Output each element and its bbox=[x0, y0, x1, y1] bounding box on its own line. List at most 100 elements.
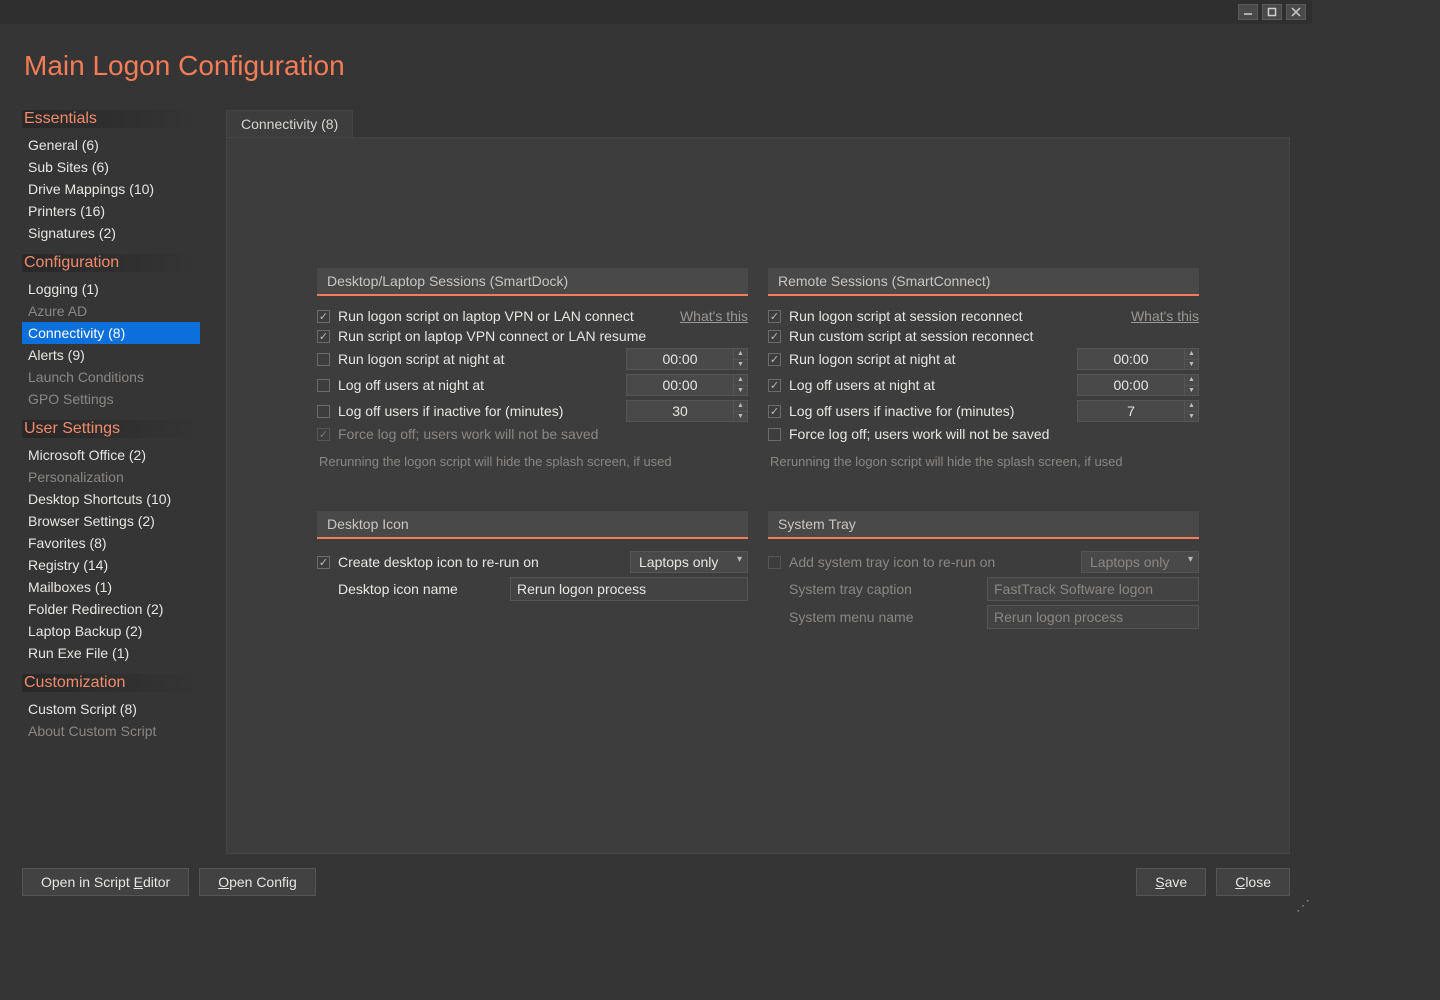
whats-this-link[interactable]: What's this bbox=[680, 308, 748, 324]
sidebar-item[interactable]: Printers (16) bbox=[22, 200, 200, 222]
sidebar-item[interactable]: Laptop Backup (2) bbox=[22, 620, 200, 642]
sidebar-item[interactable]: Favorites (8) bbox=[22, 532, 200, 554]
label: System menu name bbox=[789, 609, 979, 625]
minutes-spinner-inactive[interactable]: ▲▼ bbox=[1077, 400, 1199, 422]
open-config-button[interactable]: Open Config bbox=[199, 868, 316, 896]
checkbox-run-on-resume[interactable] bbox=[317, 330, 330, 343]
label: Run logon script on laptop VPN or LAN co… bbox=[338, 308, 666, 324]
label: Run logon script at night at bbox=[338, 351, 618, 367]
window-minimize-button[interactable] bbox=[1238, 4, 1258, 20]
window-close-button[interactable] bbox=[1286, 4, 1306, 20]
sidebar-item[interactable]: Personalization bbox=[22, 466, 200, 488]
select-systray-target: Laptops only bbox=[1081, 551, 1199, 573]
sidebar-item[interactable]: Azure AD bbox=[22, 300, 200, 322]
panel-title: Desktop Icon bbox=[317, 511, 748, 539]
time-input[interactable] bbox=[626, 374, 734, 396]
spinner-up-icon[interactable]: ▲ bbox=[1185, 401, 1198, 412]
sidebar-item[interactable]: GPO Settings bbox=[22, 388, 200, 410]
panel-note: Rerunning the logon script will hide the… bbox=[319, 454, 748, 469]
label: Run custom script at session reconnect bbox=[789, 328, 1199, 344]
label: Run logon script at session reconnect bbox=[789, 308, 1117, 324]
checkbox-run-on-vpn-lan[interactable] bbox=[317, 310, 330, 323]
checkbox-run-at-night[interactable] bbox=[317, 353, 330, 366]
spinner-down-icon[interactable]: ▼ bbox=[734, 360, 747, 370]
sidebar: Essentials General (6)Sub Sites (6)Drive … bbox=[22, 110, 200, 854]
spinner-down-icon[interactable]: ▼ bbox=[734, 386, 747, 396]
save-button[interactable]: Save bbox=[1136, 868, 1206, 896]
label: Force log off; users work will not be sa… bbox=[789, 426, 1199, 442]
sidebar-item[interactable]: Drive Mappings (10) bbox=[22, 178, 200, 200]
checkbox-run-at-night[interactable] bbox=[768, 353, 781, 366]
whats-this-link[interactable]: What's this bbox=[1131, 308, 1199, 324]
window-maximize-button[interactable] bbox=[1262, 4, 1282, 20]
sidebar-item[interactable]: About Custom Script bbox=[22, 720, 200, 742]
select-desktop-icon-target[interactable]: Laptops only bbox=[630, 551, 748, 573]
panel-title: System Tray bbox=[768, 511, 1199, 539]
sidebar-item[interactable]: Microsoft Office (2) bbox=[22, 444, 200, 466]
sidebar-item[interactable]: Folder Redirection (2) bbox=[22, 598, 200, 620]
spinner-down-icon[interactable]: ▼ bbox=[1185, 360, 1198, 370]
sidebar-item[interactable]: Connectivity (8) bbox=[22, 322, 200, 344]
sidebar-item[interactable]: Alerts (9) bbox=[22, 344, 200, 366]
input-systray-caption bbox=[987, 577, 1199, 601]
sidebar-section-heading: Essentials bbox=[22, 110, 200, 128]
label: Log off users if inactive for (minutes) bbox=[789, 403, 1069, 419]
open-script-editor-button[interactable]: Open in Script Editor bbox=[22, 868, 189, 896]
label: Log off users at night at bbox=[789, 377, 1069, 393]
number-input[interactable] bbox=[626, 400, 734, 422]
sidebar-item[interactable]: General (6) bbox=[22, 134, 200, 156]
time-input[interactable] bbox=[1077, 348, 1185, 370]
panel-smartconnect: Remote Sessions (SmartConnect) Run logon… bbox=[768, 268, 1199, 469]
label: Log off users if inactive for (minutes) bbox=[338, 403, 618, 419]
time-input[interactable] bbox=[626, 348, 734, 370]
spinner-up-icon[interactable]: ▲ bbox=[1185, 349, 1198, 360]
panel-title: Remote Sessions (SmartConnect) bbox=[768, 268, 1199, 296]
time-spinner-logoff[interactable]: ▲▼ bbox=[626, 374, 748, 396]
sidebar-section-heading: User Settings bbox=[22, 420, 200, 438]
minutes-spinner-inactive[interactable]: ▲▼ bbox=[626, 400, 748, 422]
spinner-up-icon[interactable]: ▲ bbox=[734, 349, 747, 360]
sidebar-item[interactable]: Registry (14) bbox=[22, 554, 200, 576]
tab-body: Desktop/Laptop Sessions (SmartDock) Run … bbox=[226, 137, 1290, 854]
spinner-up-icon[interactable]: ▲ bbox=[1185, 375, 1198, 386]
sidebar-item[interactable]: Signatures (2) bbox=[22, 222, 200, 244]
sidebar-item[interactable]: Browser Settings (2) bbox=[22, 510, 200, 532]
checkbox-logoff-night[interactable] bbox=[317, 379, 330, 392]
time-spinner-night-run[interactable]: ▲▼ bbox=[1077, 348, 1199, 370]
spinner-down-icon[interactable]: ▼ bbox=[734, 412, 747, 422]
sidebar-item[interactable]: Custom Script (8) bbox=[22, 698, 200, 720]
close-button[interactable]: Close bbox=[1216, 868, 1290, 896]
sidebar-item[interactable]: Logging (1) bbox=[22, 278, 200, 300]
sidebar-item[interactable]: Sub Sites (6) bbox=[22, 156, 200, 178]
sidebar-item[interactable]: Launch Conditions bbox=[22, 366, 200, 388]
checkbox-add-systray-icon[interactable] bbox=[768, 556, 781, 569]
input-desktop-icon-name[interactable] bbox=[510, 577, 748, 601]
spinner-down-icon[interactable]: ▼ bbox=[1185, 412, 1198, 422]
spinner-down-icon[interactable]: ▼ bbox=[1185, 386, 1198, 396]
checkbox-logoff-inactive[interactable] bbox=[768, 405, 781, 418]
sidebar-item[interactable]: Run Exe File (1) bbox=[22, 642, 200, 664]
spinner-up-icon[interactable]: ▲ bbox=[734, 375, 747, 386]
footer: Open in Script Editor Open Config Save C… bbox=[22, 868, 1290, 896]
checkbox-run-custom-reconnect[interactable] bbox=[768, 330, 781, 343]
time-spinner-logoff[interactable]: ▲▼ bbox=[1077, 374, 1199, 396]
number-input[interactable] bbox=[1077, 400, 1185, 422]
time-input[interactable] bbox=[1077, 374, 1185, 396]
time-spinner-night-run[interactable]: ▲▼ bbox=[626, 348, 748, 370]
spinner-up-icon[interactable]: ▲ bbox=[734, 401, 747, 412]
tab-connectivity[interactable]: Connectivity (8) bbox=[226, 110, 353, 137]
checkbox-force-logoff[interactable] bbox=[768, 428, 781, 441]
page-title: Main Logon Configuration bbox=[24, 50, 1290, 82]
panel-system-tray: System Tray Add system tray icon to re-r… bbox=[768, 511, 1199, 633]
checkbox-logoff-inactive[interactable] bbox=[317, 405, 330, 418]
checkbox-run-on-reconnect[interactable] bbox=[768, 310, 781, 323]
sidebar-section-heading: Customization bbox=[22, 674, 200, 692]
checkbox-create-desktop-icon[interactable] bbox=[317, 556, 330, 569]
titlebar bbox=[0, 0, 1312, 24]
sidebar-item[interactable]: Mailboxes (1) bbox=[22, 576, 200, 598]
sidebar-item[interactable]: Desktop Shortcuts (10) bbox=[22, 488, 200, 510]
label: System tray caption bbox=[789, 581, 979, 597]
label: Run script on laptop VPN connect or LAN … bbox=[338, 328, 748, 344]
label: Add system tray icon to re-run on bbox=[789, 554, 1073, 570]
checkbox-logoff-night[interactable] bbox=[768, 379, 781, 392]
